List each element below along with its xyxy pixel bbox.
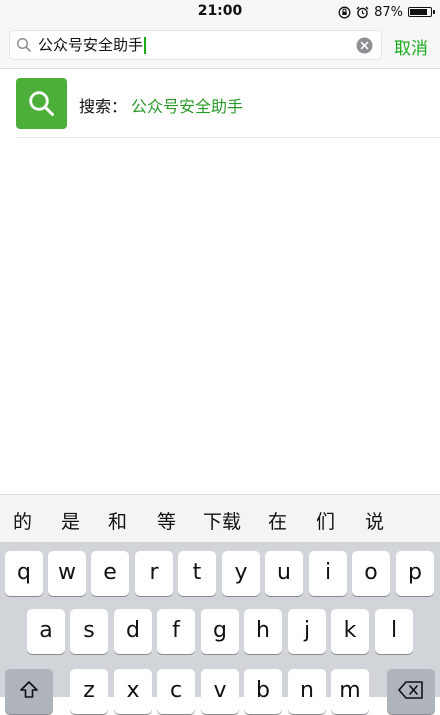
key[interactable]: z <box>70 669 108 714</box>
candidate-word[interactable]: 们 <box>316 507 335 534</box>
candidate-bar: 的 是 和 等 下载 在 们 说 <box>0 494 440 542</box>
text-caret <box>144 37 146 54</box>
key[interactable]: n <box>288 669 326 714</box>
key[interactable]: o <box>352 551 390 596</box>
cancel-button[interactable]: 取消 <box>394 34 428 59</box>
result-prefix: 搜索： <box>79 97 128 116</box>
result-icon-box <box>16 78 67 129</box>
alarm-icon <box>356 6 369 18</box>
key[interactable]: g <box>201 609 239 654</box>
key[interactable]: l <box>375 609 413 654</box>
key[interactable]: m <box>331 669 369 714</box>
battery-percent: 87% <box>374 4 403 20</box>
keyboard: q w e r t y u i o p a s d f g h j k l z … <box>0 542 440 714</box>
key[interactable]: p <box>396 551 434 596</box>
key[interactable]: a <box>27 609 65 654</box>
result-query: 公众号安全助手 <box>131 97 244 116</box>
key[interactable]: h <box>244 609 282 654</box>
search-input-text: 公众号安全助手 <box>38 36 144 54</box>
candidate-word[interactable]: 说 <box>365 507 384 534</box>
key[interactable]: s <box>70 609 108 654</box>
candidate-word[interactable]: 的 <box>13 507 32 534</box>
clear-icon[interactable] <box>356 37 373 54</box>
shift-key[interactable] <box>5 669 53 714</box>
candidate-word[interactable]: 等 <box>157 507 176 534</box>
key[interactable]: e <box>91 551 129 596</box>
candidate-word[interactable]: 在 <box>268 507 287 534</box>
orientation-lock-icon <box>338 6 351 18</box>
battery-level <box>410 9 427 15</box>
candidate-word[interactable]: 下载 <box>203 507 241 534</box>
key[interactable]: b <box>244 669 282 714</box>
search-icon <box>29 91 54 116</box>
shift-icon <box>20 681 38 698</box>
divider <box>16 137 440 138</box>
backspace-icon <box>398 681 423 699</box>
key[interactable]: f <box>157 609 195 654</box>
key[interactable]: c <box>157 669 195 714</box>
key[interactable]: r <box>135 551 173 596</box>
status-icons: 87% <box>338 3 435 21</box>
key[interactable]: k <box>331 609 369 654</box>
key[interactable]: u <box>265 551 303 596</box>
key[interactable]: i <box>309 551 347 596</box>
key[interactable]: j <box>288 609 326 654</box>
search-header: 公众号安全助手 取消 <box>0 24 440 69</box>
key[interactable]: d <box>114 609 152 654</box>
key[interactable]: x <box>114 669 152 714</box>
candidate-word[interactable]: 和 <box>108 507 127 534</box>
search-box[interactable]: 公众号安全助手 <box>9 30 382 60</box>
search-input[interactable]: 公众号安全助手 <box>38 35 146 55</box>
key[interactable]: t <box>178 551 216 596</box>
search-icon <box>16 37 31 52</box>
delete-key[interactable] <box>387 669 435 714</box>
status-bar: 21:00 87% <box>0 0 440 24</box>
key[interactable]: w <box>48 551 86 596</box>
candidate-word[interactable]: 是 <box>61 507 80 534</box>
key[interactable]: v <box>201 669 239 714</box>
key[interactable]: q <box>5 551 43 596</box>
key[interactable]: y <box>222 551 260 596</box>
search-result-row[interactable]: 搜索： 公众号安全助手 <box>0 69 440 137</box>
battery-icon <box>408 7 435 17</box>
